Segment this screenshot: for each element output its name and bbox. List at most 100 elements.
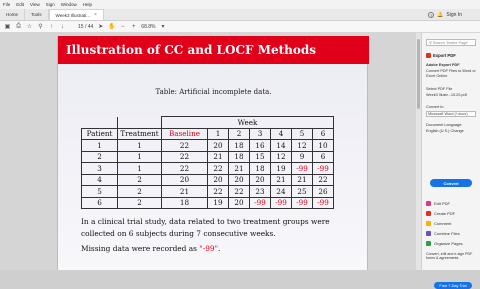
- tool-combine-files[interactable]: Combine Files: [426, 231, 460, 236]
- export-pdf-icon: [426, 53, 431, 58]
- tab-home[interactable]: Home: [0, 9, 26, 20]
- slide-title: Illustration of CC and LOCF Methods: [58, 36, 369, 64]
- table-cell: 22: [161, 162, 208, 175]
- search-icon[interactable]: ⚲: [37, 23, 44, 30]
- table-cell: 2: [81, 150, 118, 163]
- tool-search-input[interactable]: ⚲ Search 'Delete Page': [426, 39, 476, 46]
- table-row: 2 1 22 21 18 15 12 9 6: [81, 150, 334, 163]
- table-cell: 6: [312, 150, 334, 163]
- bookmark-icon[interactable]: ☆: [26, 23, 33, 30]
- convert-to-label: Convert to: [426, 105, 444, 109]
- menu-view[interactable]: View: [30, 2, 40, 7]
- search-placeholder: Search 'Delete Page': [432, 40, 469, 45]
- table-cell: 22: [207, 185, 229, 198]
- tools-pane: ⚲ Search 'Delete Page' Export PDF Adobe E…: [421, 33, 480, 289]
- tool-label: Organize Pages: [434, 241, 463, 246]
- convert-format-select[interactable]: Microsoft Word (*.docx): [426, 111, 476, 117]
- convert-button[interactable]: Convert: [430, 179, 472, 187]
- doc-language-label: Document Language:: [426, 123, 463, 127]
- organize-pages-icon: [426, 241, 431, 246]
- table-cell: 12: [291, 139, 313, 152]
- hand-icon[interactable]: ✋: [108, 23, 115, 30]
- create-pdf-icon: [426, 211, 431, 216]
- column-header: 4: [270, 127, 292, 140]
- doc-language-value[interactable]: English (U.S.) Change: [426, 129, 478, 134]
- page-indicator[interactable]: 15 / 44: [78, 24, 93, 30]
- missing-value-cell: -99: [312, 162, 334, 175]
- table-cell: 2: [117, 196, 162, 209]
- tab-tools[interactable]: Tools: [25, 9, 49, 20]
- table-row: 5 2 21 22 22 23 24 25 26: [81, 185, 334, 198]
- menu-bar: File Edit View Sign Window Help: [0, 0, 480, 9]
- pdf-page: Illustration of CC and LOCF Methods Tabl…: [57, 36, 369, 270]
- note-suffix: .: [218, 244, 221, 253]
- scrollbar-thumb[interactable]: [417, 39, 420, 109]
- missing-value-cell: -99: [249, 196, 271, 209]
- edit-pdf-icon: [426, 201, 431, 206]
- table-cell: 21: [161, 185, 208, 198]
- close-icon[interactable]: ×: [94, 12, 97, 18]
- select-cursor-icon[interactable]: ➤: [97, 23, 104, 30]
- bell-icon[interactable]: 🔔: [437, 12, 443, 18]
- table-cell: 20: [161, 173, 208, 186]
- table-cell: 15: [249, 150, 271, 163]
- tool-organize-pages[interactable]: Organize Pages: [426, 241, 463, 246]
- table-cell: 20: [207, 173, 229, 186]
- comment-icon: [426, 221, 431, 226]
- menu-window[interactable]: Window: [61, 2, 77, 7]
- menu-help[interactable]: Help: [83, 2, 92, 7]
- panel-subtitle: Adobe Export PDF: [426, 63, 460, 67]
- save-icon[interactable]: ▣: [4, 23, 11, 30]
- header-actions: ? 🔔 Sign In: [428, 12, 462, 18]
- zoom-out-icon[interactable]: −: [119, 23, 126, 30]
- search-icon: ⚲: [429, 41, 432, 45]
- tab-home-label: Home: [6, 12, 19, 17]
- table-cell: 20: [228, 173, 250, 186]
- table-cell: 23: [249, 185, 271, 198]
- menu-edit[interactable]: Edit: [16, 2, 24, 7]
- export-pdf-header[interactable]: Export PDF: [426, 53, 456, 58]
- column-header: Patient: [81, 127, 118, 140]
- table-cell: 18: [228, 150, 250, 163]
- table-cell: 2: [117, 185, 162, 198]
- table-caption: Table: Artificial incomplete data.: [155, 88, 272, 96]
- chevron-down-icon[interactable]: ▾: [159, 23, 166, 30]
- print-icon[interactable]: ⎙: [15, 23, 22, 30]
- prev-page-icon[interactable]: ↑: [48, 23, 55, 30]
- table-row: 1 1 22 20 18 16 14 12 10: [81, 139, 334, 152]
- table-cell: 18: [161, 196, 208, 209]
- help-icon[interactable]: ?: [428, 12, 435, 18]
- missing-value-cell: -99: [312, 196, 334, 209]
- menu-file[interactable]: File: [3, 2, 10, 7]
- table-header-row: Patient Treatment Baseline 1 2 3 4 5 6: [81, 127, 334, 140]
- data-table: Week Patient Treatment Baseline 1 2 3 4 …: [81, 116, 334, 209]
- convert-format-value: Microsoft Word (*.docx): [428, 112, 468, 116]
- document-viewer[interactable]: Illustration of CC and LOCF Methods Tabl…: [0, 33, 421, 270]
- tool-comment[interactable]: Comment: [426, 221, 451, 226]
- table-cell: 4: [81, 173, 118, 186]
- zoom-in-icon[interactable]: +: [130, 23, 137, 30]
- column-header: 1: [207, 127, 229, 140]
- tab-bar: Home Tools Week3 Illustrati... ×: [0, 9, 480, 21]
- missing-data-note: Missing data were recorded as "-99".: [81, 243, 353, 255]
- table-cell: 1: [81, 139, 118, 152]
- next-page-icon[interactable]: ↓: [59, 23, 66, 30]
- missing-value-cell: -99: [270, 196, 292, 209]
- table-cell: 21: [207, 150, 229, 163]
- table-cell: 14: [270, 139, 292, 152]
- table-cell: 18: [249, 162, 271, 175]
- free-trial-button[interactable]: Free 7-Day Trial: [434, 282, 472, 289]
- selected-file-name[interactable]: Week3 Illustr...15.20.pdf: [426, 93, 478, 98]
- page-current[interactable]: 15: [78, 24, 84, 30]
- table-cell: 20: [228, 196, 250, 209]
- zoom-level[interactable]: 68.8%: [141, 24, 155, 30]
- tab-document-label: Week3 Illustrati...: [55, 12, 90, 18]
- table-cell: 1: [117, 139, 162, 152]
- tool-edit-pdf[interactable]: Edit PDF: [426, 201, 450, 206]
- tab-document[interactable]: Week3 Illustrati... ×: [48, 9, 104, 20]
- table-cell: 19: [270, 162, 292, 175]
- table-cell: 16: [249, 139, 271, 152]
- sign-in-link[interactable]: Sign In: [446, 12, 462, 18]
- menu-sign[interactable]: Sign: [46, 2, 55, 7]
- tool-create-pdf[interactable]: Create PDF: [426, 211, 455, 216]
